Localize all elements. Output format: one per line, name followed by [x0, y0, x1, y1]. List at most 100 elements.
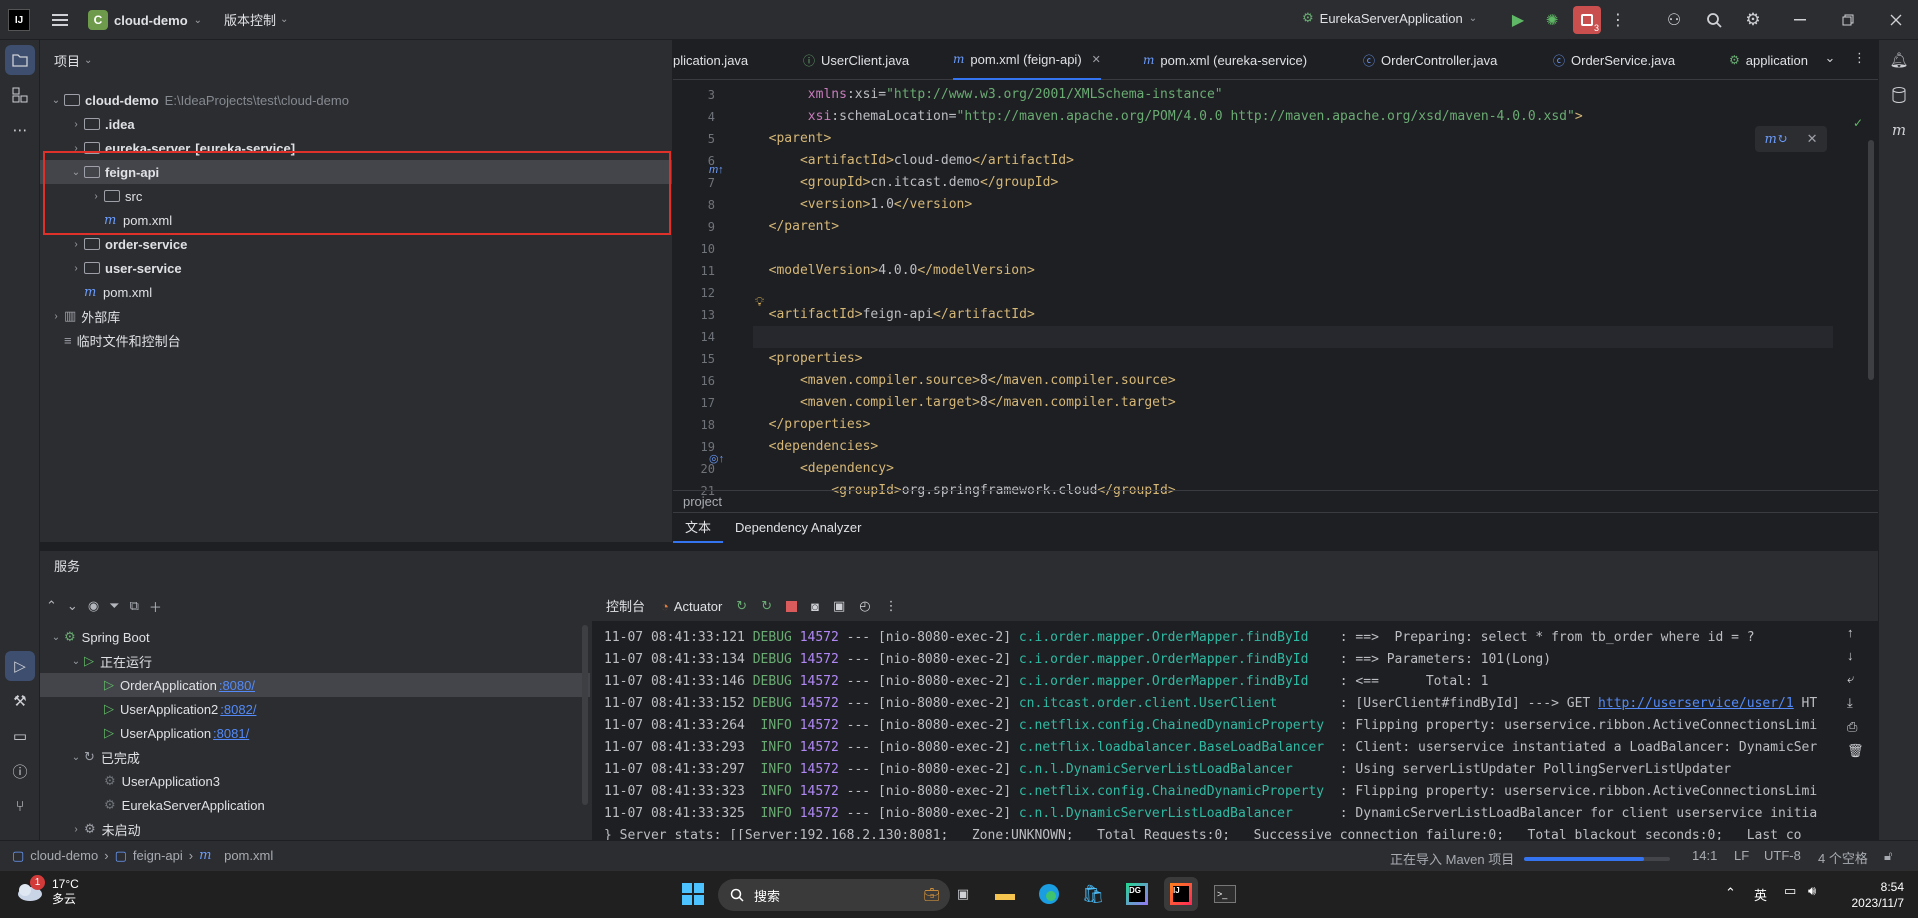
- tree-row[interactable]: › user-service: [40, 256, 672, 280]
- scroll-to-end-icon[interactable]: ⤓: [1847, 695, 1864, 711]
- notifications-icon[interactable]: 🔔︎: [1884, 45, 1914, 75]
- services-scrollbar[interactable]: [582, 625, 588, 805]
- chevron-right-icon[interactable]: ›: [48, 311, 64, 322]
- line-separator[interactable]: LF: [1734, 848, 1749, 863]
- service-row[interactable]: ▷ UserApplication2:8082/: [40, 697, 590, 721]
- rerun-debug-icon[interactable]: ↻: [761, 598, 772, 614]
- maven-tool-icon[interactable]: m: [1884, 115, 1914, 145]
- tab-dependency-analyzer[interactable]: Dependency Analyzer: [723, 513, 873, 543]
- clear-all-icon[interactable]: 🗑︎: [1847, 743, 1864, 759]
- service-port-link[interactable]: :8082/: [220, 702, 256, 717]
- code-line[interactable]: xsi:schemaLocation="http://maven.apache.…: [753, 106, 1833, 128]
- expand-all-icon[interactable]: ⌃: [46, 598, 57, 614]
- search-icon[interactable]: [1700, 6, 1728, 34]
- run-config-selector[interactable]: ⚙ EurekaServerApplication ⌄: [1302, 10, 1477, 26]
- terminal-app-icon[interactable]: >_: [1208, 877, 1242, 911]
- log-link[interactable]: http://userservice/user/1: [1598, 696, 1794, 711]
- dependency-gutter-icon[interactable]: ◎↑: [709, 452, 724, 465]
- chevron-down-icon[interactable]: ⌄: [1824, 50, 1835, 65]
- structure-tool-icon[interactable]: [5, 80, 35, 110]
- code-line[interactable]: <properties>: [753, 348, 1833, 370]
- code-line[interactable]: [753, 282, 1833, 304]
- close-tab-icon[interactable]: ✕: [1092, 53, 1101, 66]
- log-line[interactable]: 11-07 08:41:33:146 DEBUG 14572 --- [nio-…: [592, 671, 1878, 693]
- maven-parent-gutter-icon[interactable]: m↑: [709, 164, 724, 176]
- crumb-project[interactable]: cloud-demo: [30, 848, 98, 863]
- run-icon[interactable]: ▶: [1504, 6, 1532, 34]
- project-tool-icon[interactable]: [5, 45, 35, 75]
- chevron-right-icon[interactable]: ›: [68, 119, 84, 130]
- soft-wrap-icon[interactable]: ⤶: [1847, 671, 1864, 687]
- file-explorer-icon[interactable]: ▬: [988, 877, 1022, 911]
- code-line[interactable]: <maven.compiler.source>8</maven.compiler…: [753, 370, 1833, 392]
- terminal-tool-icon[interactable]: ▭: [5, 721, 35, 751]
- add-service-icon[interactable]: ＋: [149, 597, 162, 616]
- dump-threads-icon[interactable]: ▣: [833, 598, 845, 614]
- read-only-lock-icon[interactable]: 🔓︎: [1884, 848, 1892, 864]
- scroll-up-icon[interactable]: ↑: [1847, 625, 1864, 640]
- code-line[interactable]: xmlns:xsi="http://www.w3.org/2001/XMLSch…: [753, 84, 1833, 106]
- windows-start-icon[interactable]: [676, 877, 710, 911]
- tab-text[interactable]: 文本: [673, 513, 724, 543]
- service-port-link[interactable]: :8081/: [213, 726, 249, 741]
- chevron-down-icon[interactable]: ⌄: [48, 95, 64, 106]
- caret-position[interactable]: 14:1: [1692, 848, 1717, 863]
- scroll-down-icon[interactable]: ↓: [1847, 648, 1864, 663]
- volume-icon[interactable]: 🔊︎: [1808, 883, 1816, 899]
- tray-overflow-icon[interactable]: ⌃: [1725, 885, 1736, 901]
- build-tool-icon[interactable]: ⚒: [5, 686, 35, 716]
- code-line[interactable]: [753, 238, 1833, 260]
- code-line[interactable]: [753, 326, 1833, 348]
- editor-breadcrumb[interactable]: project: [673, 490, 1878, 512]
- debug-icon[interactable]: ✺: [1538, 6, 1566, 34]
- tree-row[interactable]: ≡ 临时文件和控制台: [40, 328, 672, 352]
- file-encoding[interactable]: UTF-8: [1764, 848, 1801, 863]
- log-line[interactable]: 11-07 08:41:33:134 DEBUG 14572 --- [nio-…: [592, 649, 1878, 671]
- service-row[interactable]: › ⚙ 未启动: [40, 817, 590, 841]
- vcs-menu[interactable]: 版本控制 ⌄: [224, 10, 288, 29]
- more-actions-icon[interactable]: ⋮: [1608, 6, 1628, 34]
- log-line[interactable]: 11-07 08:41:33:325 INFO 14572 --- [nio-8…: [592, 803, 1878, 825]
- database-tool-icon[interactable]: [1884, 80, 1914, 110]
- system-clock[interactable]: 8:54 2023/11/7: [1840, 879, 1905, 911]
- service-row[interactable]: ⌄ ⚙ Spring Boot: [40, 625, 590, 649]
- editor-tab[interactable]: ⚙ application: [1729, 40, 1808, 80]
- tree-row[interactable]: m pom.xml: [40, 280, 672, 304]
- log-line[interactable]: 11-07 08:41:33:323 INFO 14572 --- [nio-8…: [592, 781, 1878, 803]
- crumb-file[interactable]: pom.xml: [224, 848, 273, 863]
- log-line[interactable]: 11-07 08:41:33:264 INFO 14572 --- [nio-8…: [592, 715, 1878, 737]
- more-actions-icon[interactable]: ⋮: [885, 598, 898, 614]
- code-line[interactable]: <parent>: [753, 128, 1833, 150]
- datagrip-icon[interactable]: DG: [1120, 877, 1154, 911]
- log-line[interactable]: 11-07 08:41:33:121 DEBUG 14572 --- [nio-…: [592, 627, 1878, 649]
- minimize-icon[interactable]: [1786, 6, 1814, 34]
- ms-store-icon[interactable]: 🛍︎: [1076, 877, 1110, 911]
- tab-actuator[interactable]: ◔ Actuator: [661, 599, 722, 614]
- service-row[interactable]: ⚙ UserApplication3: [40, 769, 590, 793]
- weather-widget[interactable]: 1 17°C 多云: [14, 875, 79, 907]
- project-switcher[interactable]: C cloud-demo ⌄: [88, 10, 202, 30]
- chevron-down-icon[interactable]: ⌄: [48, 632, 64, 643]
- code-line[interactable]: <version>1.0</version>: [753, 194, 1833, 216]
- add-user-icon[interactable]: ⚇: [1660, 6, 1688, 34]
- edge-browser-icon[interactable]: [1032, 877, 1066, 911]
- code-line[interactable]: </properties>: [753, 414, 1833, 436]
- show-icon[interactable]: ◉: [88, 598, 99, 614]
- code-line[interactable]: <artifactId>cloud-demo</artifactId>: [753, 150, 1833, 172]
- code-line[interactable]: <dependency>: [753, 458, 1833, 480]
- inspection-ok-icon[interactable]: ✓: [1853, 116, 1863, 130]
- console-output[interactable]: 11-07 08:41:33:121 DEBUG 14572 --- [nio-…: [592, 621, 1878, 841]
- tab-console[interactable]: 控制台: [604, 590, 648, 623]
- filter-icon[interactable]: ⏷: [109, 598, 119, 614]
- log-line[interactable]: 11-07 08:41:33:152 DEBUG 14572 --- [nio-…: [592, 693, 1878, 715]
- editor-scrollbar[interactable]: [1868, 140, 1874, 380]
- network-icon[interactable]: ▭: [1784, 883, 1796, 899]
- crumb-module[interactable]: feign-api: [133, 848, 183, 863]
- editor-tab[interactable]: m pom.xml (eureka-service): [1143, 40, 1307, 80]
- editor-tab[interactable]: ⓘ UserClient.java: [803, 40, 909, 80]
- screenshot-icon[interactable]: ◙: [811, 599, 819, 614]
- intellij-taskbar-icon[interactable]: IJ: [1164, 877, 1198, 911]
- code-line[interactable]: <artifactId>feign-api</artifactId>: [753, 304, 1833, 326]
- services-tool-icon[interactable]: ▷: [5, 651, 35, 681]
- service-row[interactable]: ▷ UserApplication:8081/: [40, 721, 590, 745]
